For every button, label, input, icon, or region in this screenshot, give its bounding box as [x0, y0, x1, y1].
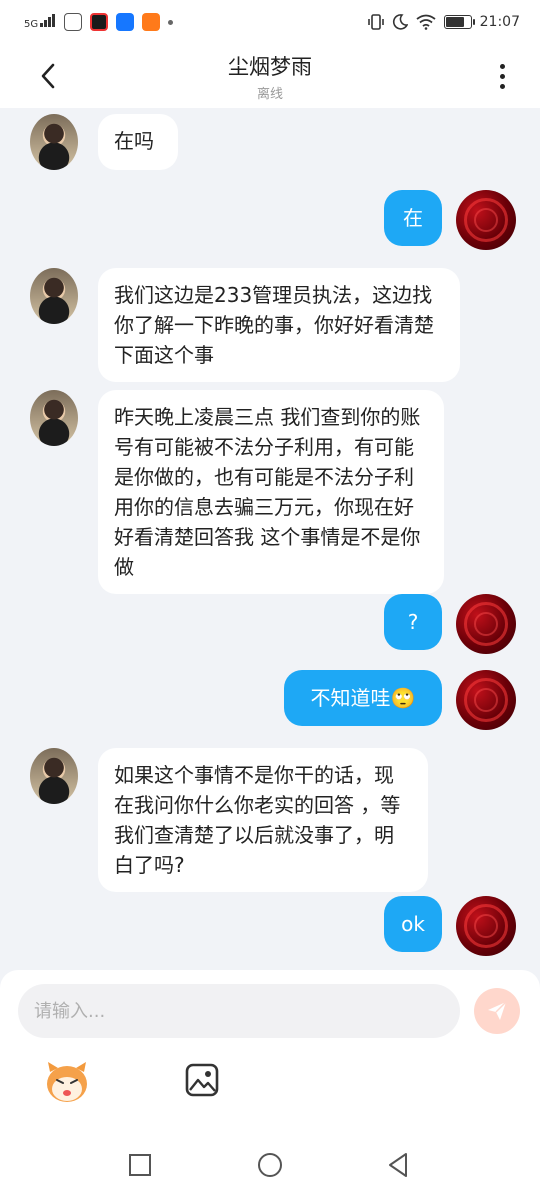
message-bubble[interactable]: 如果这个事情不是你干的话，现在我问你什么你老实的回答 ，等我们查清楚了以后就没事…	[98, 748, 428, 892]
message-bubble[interactable]: ok	[384, 896, 442, 952]
clock: 21:07	[479, 14, 520, 30]
contact-status: 离线	[256, 86, 283, 102]
contact-avatar[interactable]	[30, 268, 78, 324]
image-icon	[185, 1063, 219, 1097]
send-button[interactable]	[474, 988, 520, 1034]
message-bubble[interactable]: 在	[384, 190, 442, 246]
square-icon	[129, 1154, 151, 1176]
message-list[interactable]: 在吗 在 我们这边是233管理员执法，这边找你了解一下昨晚的事，你好好看清楚下面…	[0, 108, 540, 970]
triangle-back-icon	[389, 1153, 407, 1177]
message-outgoing: ?	[384, 594, 516, 654]
message-bubble[interactable]: 不知道哇🙄	[284, 670, 442, 726]
recent-apps-button[interactable]	[125, 1150, 155, 1180]
message-outgoing: 在	[384, 190, 516, 250]
send-paper-plane-icon	[488, 1001, 507, 1020]
vibrate-icon	[367, 14, 384, 30]
network-type: 5G	[24, 19, 39, 30]
message-bubble[interactable]: ?	[384, 594, 442, 650]
more-vertical-icon	[499, 63, 505, 69]
orange-app-icon	[142, 13, 161, 31]
contact-avatar[interactable]	[30, 114, 78, 170]
signal-bars-icon	[40, 14, 56, 30]
shield-app-icon	[116, 13, 135, 31]
battery-icon	[443, 15, 475, 29]
baidu-app-icon	[64, 13, 83, 31]
system-nav-bar	[0, 1132, 540, 1200]
emoji-button[interactable]	[44, 1060, 90, 1104]
circle-icon	[258, 1153, 282, 1177]
my-avatar[interactable]	[456, 670, 516, 730]
back-arrow-icon	[41, 63, 55, 89]
message-bubble[interactable]: 在吗	[98, 114, 178, 170]
message-incoming: 在吗	[30, 114, 178, 170]
back-button[interactable]	[28, 56, 68, 96]
do-not-disturb-moon-icon	[392, 14, 408, 30]
message-bubble[interactable]: 我们这边是233管理员执法，这边找你了解一下昨晚的事，你好好看清楚下面这个事	[98, 268, 460, 382]
message-incoming: 昨天晚上凌晨三点 我们查到你的账号有可能被不法分子利用，有可能是你做的，也有可能…	[30, 390, 444, 594]
composer-panel	[0, 970, 540, 1132]
message-incoming: 如果这个事情不是你干的话，现在我问你什么你老实的回答 ，等我们查清楚了以后就没事…	[30, 748, 428, 892]
home-button[interactable]	[255, 1150, 285, 1180]
signal-indicator: 5G	[24, 14, 56, 30]
contact-avatar[interactable]	[30, 748, 78, 804]
more-notifications-icon	[168, 19, 174, 25]
chat-header: 尘烟梦雨 离线	[0, 44, 540, 108]
message-outgoing: ok	[384, 896, 516, 956]
contact-avatar[interactable]	[30, 390, 78, 446]
contact-name: 尘烟梦雨	[228, 54, 312, 79]
wifi-icon	[416, 14, 436, 30]
message-outgoing: 不知道哇🙄	[284, 670, 516, 730]
my-avatar[interactable]	[456, 190, 516, 250]
message-incoming: 我们这边是233管理员执法，这边找你了解一下昨晚的事，你好好看清楚下面这个事	[30, 268, 460, 382]
message-input[interactable]	[18, 984, 460, 1038]
nav-back-button[interactable]	[383, 1150, 413, 1180]
more-options-button[interactable]	[482, 56, 522, 96]
my-avatar[interactable]	[456, 896, 516, 956]
message-bubble[interactable]: 昨天晚上凌晨三点 我们查到你的账号有可能被不法分子利用，有可能是你做的，也有可能…	[98, 390, 444, 594]
my-avatar[interactable]	[456, 594, 516, 654]
video-app-icon	[90, 13, 109, 31]
emoji-icon	[47, 1062, 87, 1102]
status-bar: 5G 21:07	[0, 0, 540, 44]
contact-info: 尘烟梦雨 离线	[228, 51, 312, 102]
image-button[interactable]	[184, 1062, 220, 1098]
